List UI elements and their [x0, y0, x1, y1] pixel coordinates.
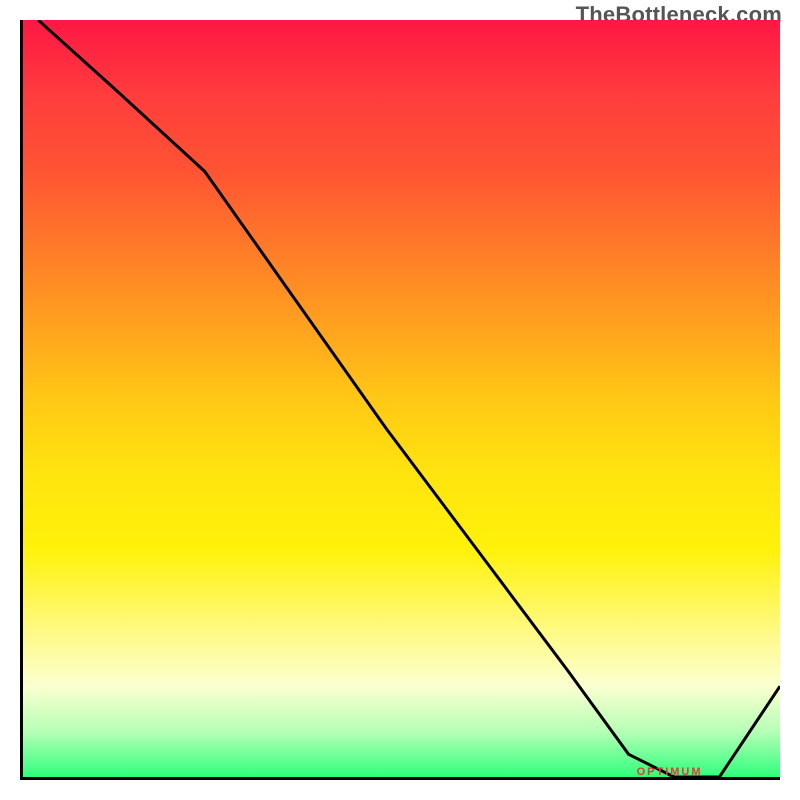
- curve-path: [38, 20, 780, 777]
- plot-area: OPTIMUM: [20, 20, 780, 780]
- chart-container: TheBottleneck.com OPTIMUM: [0, 0, 800, 800]
- optimum-marker: OPTIMUM: [637, 766, 703, 778]
- bottleneck-curve: [23, 20, 780, 777]
